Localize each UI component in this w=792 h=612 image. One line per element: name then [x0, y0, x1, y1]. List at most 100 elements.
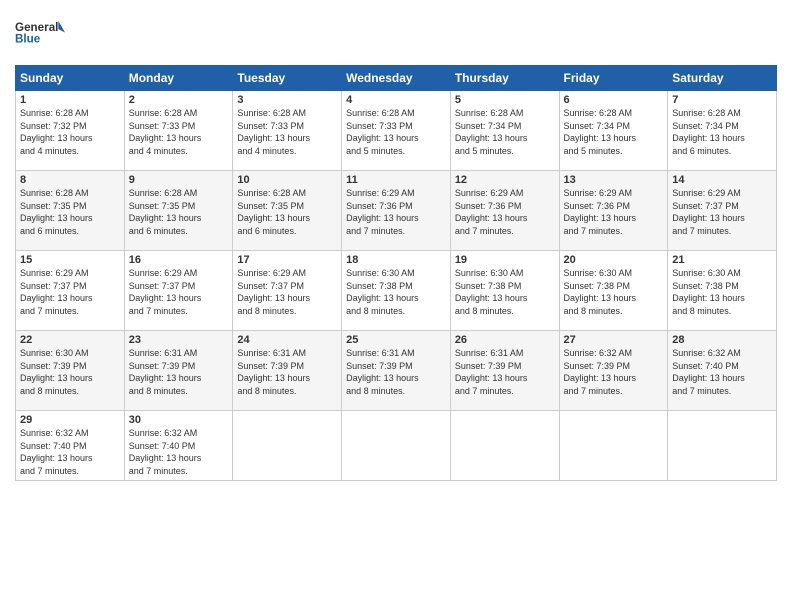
daylight-label: Daylight: 13 hours [129, 293, 202, 303]
daylight-label: Daylight: 13 hours [20, 213, 93, 223]
calendar-cell: 22 Sunrise: 6:30 AM Sunset: 7:39 PM Dayl… [16, 331, 125, 411]
calendar-cell: 28 Sunrise: 6:32 AM Sunset: 7:40 PM Dayl… [668, 331, 777, 411]
calendar-table: SundayMondayTuesdayWednesdayThursdayFrid… [15, 65, 777, 481]
day-number: 27 [564, 334, 664, 346]
daylight-minutes: and 7 minutes. [672, 226, 731, 236]
day-info: Sunrise: 6:28 AM Sunset: 7:33 PM Dayligh… [129, 107, 229, 157]
sunset-label: Sunset: 7:32 PM [20, 121, 87, 131]
calendar-cell: 1 Sunrise: 6:28 AM Sunset: 7:32 PM Dayli… [16, 91, 125, 171]
calendar-cell: 17 Sunrise: 6:29 AM Sunset: 7:37 PM Dayl… [233, 251, 342, 331]
sunrise-label: Sunrise: 6:32 AM [672, 348, 741, 358]
daylight-label: Daylight: 13 hours [346, 213, 419, 223]
calendar-cell: 13 Sunrise: 6:29 AM Sunset: 7:36 PM Dayl… [559, 171, 668, 251]
calendar-cell: 10 Sunrise: 6:28 AM Sunset: 7:35 PM Dayl… [233, 171, 342, 251]
sunset-label: Sunset: 7:39 PM [129, 361, 196, 371]
calendar-cell [342, 411, 451, 481]
col-header-friday: Friday [559, 66, 668, 91]
logo: General Blue [15, 15, 65, 55]
day-info: Sunrise: 6:32 AM Sunset: 7:40 PM Dayligh… [20, 427, 120, 477]
calendar-cell: 19 Sunrise: 6:30 AM Sunset: 7:38 PM Dayl… [450, 251, 559, 331]
sunrise-label: Sunrise: 6:29 AM [20, 268, 89, 278]
day-info: Sunrise: 6:29 AM Sunset: 7:36 PM Dayligh… [564, 187, 664, 237]
sunset-label: Sunset: 7:36 PM [455, 201, 522, 211]
day-info: Sunrise: 6:28 AM Sunset: 7:34 PM Dayligh… [455, 107, 555, 157]
col-header-wednesday: Wednesday [342, 66, 451, 91]
sunrise-label: Sunrise: 6:30 AM [564, 268, 633, 278]
daylight-label: Daylight: 13 hours [455, 133, 528, 143]
sunrise-label: Sunrise: 6:29 AM [129, 268, 198, 278]
calendar-cell: 25 Sunrise: 6:31 AM Sunset: 7:39 PM Dayl… [342, 331, 451, 411]
daylight-minutes: and 7 minutes. [564, 226, 623, 236]
daylight-label: Daylight: 13 hours [346, 133, 419, 143]
daylight-minutes: and 8 minutes. [237, 306, 296, 316]
daylight-minutes: and 6 minutes. [672, 146, 731, 156]
daylight-label: Daylight: 13 hours [672, 213, 745, 223]
daylight-minutes: and 8 minutes. [455, 306, 514, 316]
sunset-label: Sunset: 7:35 PM [20, 201, 87, 211]
calendar-cell [668, 411, 777, 481]
sunrise-label: Sunrise: 6:30 AM [20, 348, 89, 358]
day-number: 29 [20, 414, 120, 426]
daylight-minutes: and 8 minutes. [237, 386, 296, 396]
sunrise-label: Sunrise: 6:28 AM [672, 108, 741, 118]
day-info: Sunrise: 6:30 AM Sunset: 7:39 PM Dayligh… [20, 347, 120, 397]
sunset-label: Sunset: 7:39 PM [564, 361, 631, 371]
daylight-label: Daylight: 13 hours [20, 293, 93, 303]
calendar-cell: 16 Sunrise: 6:29 AM Sunset: 7:37 PM Dayl… [124, 251, 233, 331]
daylight-minutes: and 7 minutes. [129, 306, 188, 316]
daylight-minutes: and 7 minutes. [129, 466, 188, 476]
daylight-minutes: and 8 minutes. [346, 306, 405, 316]
day-info: Sunrise: 6:31 AM Sunset: 7:39 PM Dayligh… [129, 347, 229, 397]
daylight-label: Daylight: 13 hours [455, 213, 528, 223]
calendar-cell: 30 Sunrise: 6:32 AM Sunset: 7:40 PM Dayl… [124, 411, 233, 481]
day-number: 30 [129, 414, 229, 426]
daylight-minutes: and 7 minutes. [20, 306, 79, 316]
daylight-minutes: and 8 minutes. [129, 386, 188, 396]
sunset-label: Sunset: 7:33 PM [346, 121, 413, 131]
sunrise-label: Sunrise: 6:28 AM [564, 108, 633, 118]
daylight-minutes: and 8 minutes. [672, 306, 731, 316]
daylight-label: Daylight: 13 hours [346, 373, 419, 383]
col-header-thursday: Thursday [450, 66, 559, 91]
calendar-cell: 18 Sunrise: 6:30 AM Sunset: 7:38 PM Dayl… [342, 251, 451, 331]
daylight-label: Daylight: 13 hours [564, 213, 637, 223]
day-info: Sunrise: 6:28 AM Sunset: 7:35 PM Dayligh… [129, 187, 229, 237]
daylight-label: Daylight: 13 hours [672, 133, 745, 143]
day-info: Sunrise: 6:29 AM Sunset: 7:37 PM Dayligh… [672, 187, 772, 237]
sunset-label: Sunset: 7:38 PM [346, 281, 413, 291]
calendar-cell: 21 Sunrise: 6:30 AM Sunset: 7:38 PM Dayl… [668, 251, 777, 331]
col-header-monday: Monday [124, 66, 233, 91]
sunset-label: Sunset: 7:40 PM [129, 441, 196, 451]
daylight-label: Daylight: 13 hours [129, 453, 202, 463]
sunrise-label: Sunrise: 6:30 AM [346, 268, 415, 278]
day-number: 12 [455, 174, 555, 186]
svg-text:Blue: Blue [15, 33, 41, 46]
sunrise-label: Sunrise: 6:29 AM [455, 188, 524, 198]
calendar-cell: 12 Sunrise: 6:29 AM Sunset: 7:36 PM Dayl… [450, 171, 559, 251]
calendar-cell: 9 Sunrise: 6:28 AM Sunset: 7:35 PM Dayli… [124, 171, 233, 251]
day-info: Sunrise: 6:28 AM Sunset: 7:33 PM Dayligh… [237, 107, 337, 157]
day-info: Sunrise: 6:32 AM Sunset: 7:39 PM Dayligh… [564, 347, 664, 397]
daylight-minutes: and 7 minutes. [455, 226, 514, 236]
sunset-label: Sunset: 7:37 PM [672, 201, 739, 211]
header: General Blue [15, 15, 777, 55]
sunset-label: Sunset: 7:40 PM [672, 361, 739, 371]
sunset-label: Sunset: 7:33 PM [129, 121, 196, 131]
day-number: 23 [129, 334, 229, 346]
day-number: 21 [672, 254, 772, 266]
day-info: Sunrise: 6:28 AM Sunset: 7:32 PM Dayligh… [20, 107, 120, 157]
sunset-label: Sunset: 7:38 PM [672, 281, 739, 291]
day-info: Sunrise: 6:29 AM Sunset: 7:37 PM Dayligh… [129, 267, 229, 317]
sunrise-label: Sunrise: 6:32 AM [564, 348, 633, 358]
calendar-cell: 15 Sunrise: 6:29 AM Sunset: 7:37 PM Dayl… [16, 251, 125, 331]
day-info: Sunrise: 6:30 AM Sunset: 7:38 PM Dayligh… [346, 267, 446, 317]
day-number: 10 [237, 174, 337, 186]
daylight-label: Daylight: 13 hours [237, 213, 310, 223]
sunset-label: Sunset: 7:37 PM [129, 281, 196, 291]
calendar-cell: 8 Sunrise: 6:28 AM Sunset: 7:35 PM Dayli… [16, 171, 125, 251]
sunset-label: Sunset: 7:38 PM [455, 281, 522, 291]
daylight-label: Daylight: 13 hours [237, 133, 310, 143]
sunset-label: Sunset: 7:36 PM [346, 201, 413, 211]
sunset-label: Sunset: 7:37 PM [20, 281, 87, 291]
daylight-label: Daylight: 13 hours [237, 293, 310, 303]
